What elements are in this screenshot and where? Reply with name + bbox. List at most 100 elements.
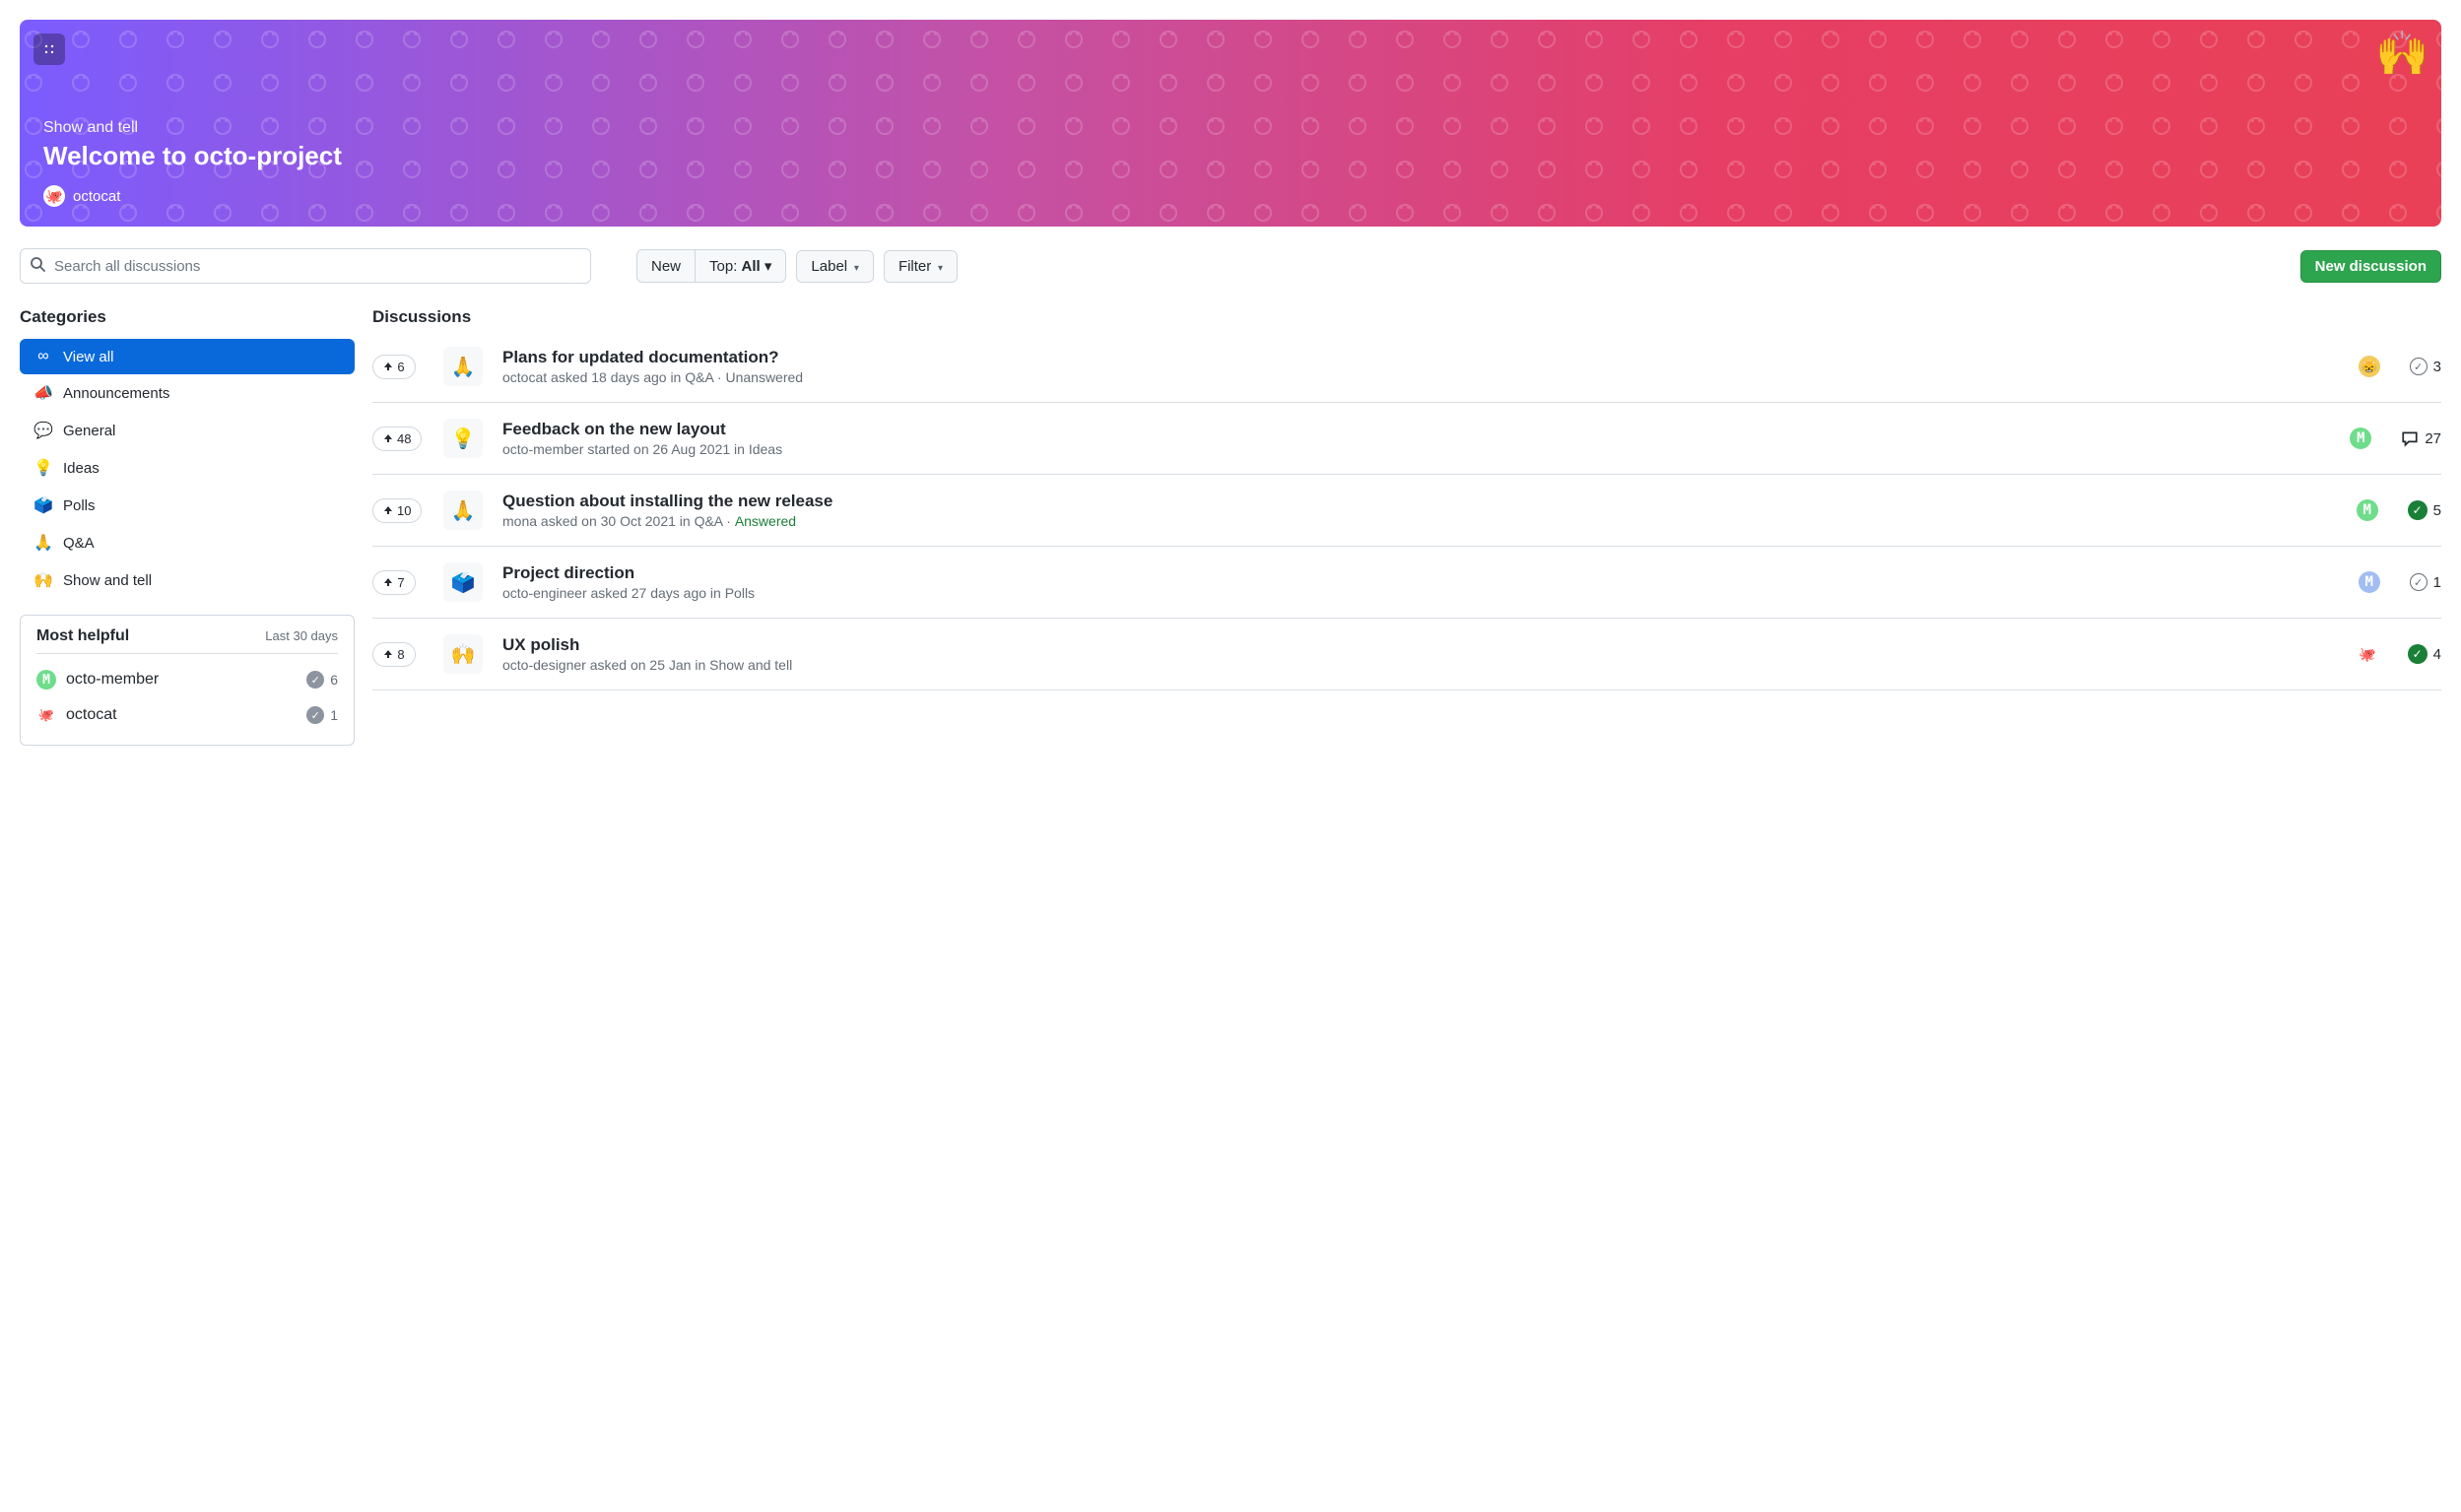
upvote-button[interactable]: 8 (372, 642, 416, 667)
helpful-user-row[interactable]: 🐙 octocat ✓ 1 (36, 697, 338, 733)
category-icon: 🙏 (33, 533, 53, 553)
discussion-row[interactable]: 7 🗳️ Project direction octo-engineer ask… (372, 547, 2441, 619)
discussion-title[interactable]: UX polish (502, 635, 2343, 655)
category-label: Q&A (63, 535, 95, 552)
discussion-category-icon: 🙏 (443, 491, 483, 530)
discussion-meta: octo-member started on 26 Aug 2021 in Id… (502, 441, 2336, 457)
category-label: Ideas (63, 460, 100, 477)
discussion-status: Unanswered (725, 369, 803, 385)
helpful-user-name: octocat (66, 706, 117, 724)
discussions-heading: Discussions (372, 307, 2441, 327)
discussion-title[interactable]: Question about installing the new releas… (502, 492, 2343, 511)
upvote-count: 8 (397, 647, 404, 662)
category-icon: 🙌 (33, 570, 53, 590)
sidebar: Categories ∞View all📣Announcements💬Gener… (20, 307, 355, 746)
avatar[interactable]: M (2359, 571, 2380, 593)
upvote-count: 7 (397, 575, 404, 590)
avatar: 🐙 (36, 705, 56, 725)
category-icon: ∞ (33, 348, 53, 365)
upvote-button[interactable]: 48 (372, 427, 422, 451)
top-sort-button[interactable]: Top: All ▾ (695, 250, 785, 282)
avatar[interactable]: M (2350, 427, 2371, 449)
category-label: View all (63, 349, 113, 365)
caret-down-icon: ▾ (761, 258, 772, 275)
discussion-meta: octo-engineer asked 27 days ago in Polls (502, 585, 2345, 601)
filter-button[interactable]: Filter ▾ (884, 250, 958, 283)
discussion-row[interactable]: 6 🙏 Plans for updated documentation? oct… (372, 341, 2441, 403)
discussion-row[interactable]: 48 💡 Feedback on the new layout octo-mem… (372, 403, 2441, 475)
discussion-meta: octo-designer asked on 25 Jan in Show an… (502, 657, 2343, 673)
search-input[interactable] (20, 248, 591, 284)
answered-check-icon: ✓ (2408, 644, 2428, 664)
discussions-section: Discussions 6 🙏 Plans for updated docume… (372, 307, 2441, 690)
sidebar-category-item[interactable]: 🙏 Q&A (20, 524, 355, 561)
avatar: M (36, 670, 56, 690)
helpful-count: 6 (330, 672, 338, 688)
caret-down-icon: ▾ (935, 263, 943, 274)
toolbar: New Top: All ▾ Label ▾ Filter ▾ New disc… (20, 248, 2441, 284)
category-icon: 🗳️ (33, 495, 53, 515)
comment-count[interactable]: ✓1 (2410, 573, 2441, 591)
sidebar-category-item[interactable]: ∞ View all (20, 339, 355, 374)
discussion-category-icon: 🗳️ (443, 562, 483, 602)
category-list: ∞ View all 📣Announcements💬General💡Ideas 🗳️ P… (20, 339, 355, 599)
upvote-button[interactable]: 6 (372, 355, 416, 379)
helpful-count: 1 (330, 707, 338, 723)
arrow-up-icon (383, 577, 393, 587)
discussion-category-icon: 💡 (443, 419, 483, 458)
label-filter-button[interactable]: Label ▾ (796, 250, 874, 283)
comment-count[interactable]: ✓5 (2408, 500, 2441, 520)
avatar[interactable]: M (2357, 499, 2378, 521)
check-circle-icon: ✓ (2410, 573, 2428, 591)
pinned-banner: 🙌 Show and tell Welcome to octo-project … (20, 20, 2441, 227)
comment-icon (2401, 429, 2419, 447)
category-label: Show and tell (63, 572, 152, 589)
discussion-category-icon: 🙌 (443, 634, 483, 674)
banner-title[interactable]: Welcome to octo-project (43, 141, 2418, 171)
avatar[interactable]: 😸 (2359, 356, 2380, 377)
comment-count[interactable]: ✓4 (2408, 644, 2441, 664)
category-label: Announcements (63, 385, 169, 402)
discussion-title[interactable]: Feedback on the new layout (502, 420, 2336, 439)
new-sort-button[interactable]: New (637, 250, 695, 282)
comment-count[interactable]: ✓3 (2410, 358, 2441, 375)
sidebar-category-item[interactable]: 💬General (20, 412, 355, 449)
banner-author[interactable]: 🐙 octocat (43, 185, 2418, 207)
sort-button-group: New Top: All ▾ (636, 249, 786, 283)
banner-menu-button[interactable] (33, 33, 65, 65)
sidebar-category-item[interactable]: 🙌 Show and tell (20, 561, 355, 599)
upvote-count: 10 (397, 503, 411, 518)
most-helpful-subtitle: Last 30 days (265, 628, 338, 643)
arrow-up-icon (383, 505, 393, 515)
check-icon: ✓ (306, 706, 324, 724)
upvote-button[interactable]: 10 (372, 498, 422, 523)
most-helpful-title: Most helpful (36, 627, 129, 645)
answered-check-icon: ✓ (2408, 500, 2428, 520)
upvote-count: 6 (397, 360, 404, 374)
discussion-title[interactable]: Project direction (502, 563, 2345, 583)
arrow-up-icon (383, 362, 393, 371)
discussion-status: Answered (735, 513, 796, 529)
arrow-up-icon (383, 433, 393, 443)
upvote-count: 48 (397, 431, 411, 446)
upvote-button[interactable]: 7 (372, 570, 416, 595)
helpful-user-name: octo-member (66, 671, 159, 689)
discussion-meta: mona asked on 30 Oct 2021 in Q&A · Answe… (502, 513, 2343, 529)
sidebar-category-item[interactable]: 📣Announcements (20, 374, 355, 412)
category-label: General (63, 423, 115, 439)
caret-down-icon: ▾ (851, 263, 859, 274)
sidebar-category-item[interactable]: 🗳️ Polls (20, 487, 355, 524)
discussion-title[interactable]: Plans for updated documentation? (502, 348, 2345, 367)
avatar[interactable]: 🐙 (2357, 643, 2378, 665)
search-icon (30, 256, 45, 276)
comment-count[interactable]: 27 (2401, 429, 2441, 447)
sidebar-category-item[interactable]: 💡Ideas (20, 449, 355, 487)
discussion-row[interactable]: 8 🙌 UX polish octo-designer asked on 25 … (372, 619, 2441, 690)
discussion-category-icon: 🙏 (443, 347, 483, 386)
category-label: Polls (63, 497, 96, 514)
helpful-user-row[interactable]: M octo-member ✓6 (36, 662, 338, 697)
new-discussion-button[interactable]: New discussion (2300, 250, 2441, 283)
most-helpful-panel: Most helpful Last 30 days M octo-member … (20, 615, 355, 746)
discussion-row[interactable]: 10 🙏 Question about installing the new r… (372, 475, 2441, 547)
check-circle-icon: ✓ (2410, 358, 2428, 375)
